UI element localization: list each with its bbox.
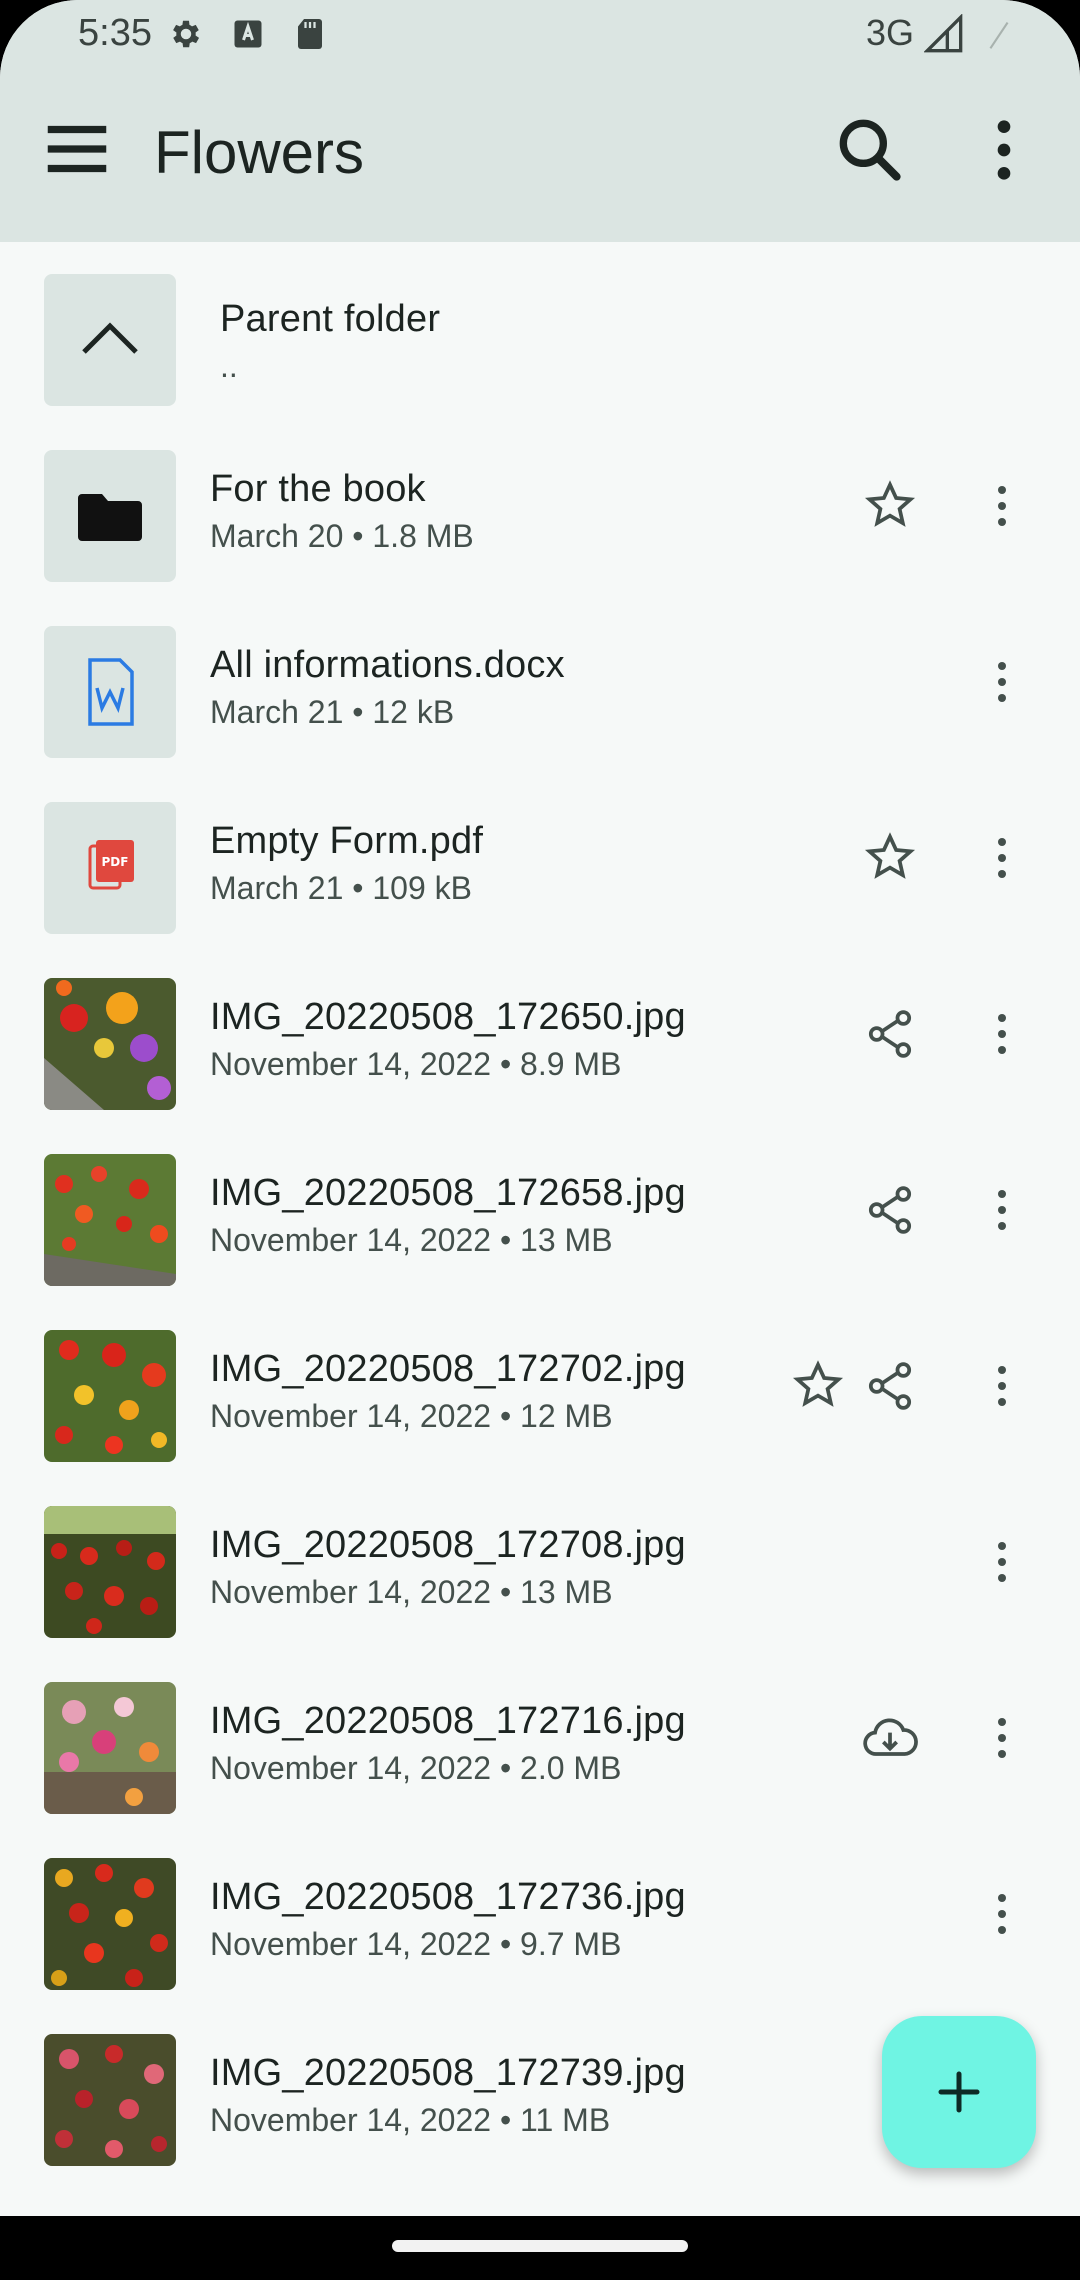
chevron-up-icon [44,274,176,406]
cloud-download-icon [863,1718,918,1756]
item-name: IMG_20220508_172736.jpg [210,1876,686,1918]
item-menu-button[interactable] [970,1178,1034,1242]
item-menu-button[interactable] [970,650,1034,714]
photo-thumbnail [44,1154,176,1286]
list-item[interactable]: IMG_20220508_172716.jpg November 14, 202… [0,1650,1080,1826]
menu-button[interactable] [38,110,116,188]
status-bar: 5:35 3G [0,0,1080,68]
photo-thumbnail [44,1330,176,1462]
list-item[interactable]: IMG_20220508_172708.jpg November 14, 202… [0,1474,1080,1650]
list-item[interactable]: IMG_20220508_172658.jpg November 14, 202… [0,1122,1080,1298]
more-vert-icon [998,838,1006,878]
search-icon [839,119,901,181]
parent-folder-meta: .. [220,348,238,384]
star-button[interactable] [786,1354,850,1418]
item-meta: November 14, 2022 • 13 MB [210,1222,613,1258]
overflow-menu-button[interactable] [964,110,1044,190]
item-menu-button[interactable] [970,474,1034,538]
sd-card-icon [292,16,328,52]
screen: 5:35 3G Flowers Parent folder .. For the… [0,0,1080,2216]
network-type: 3G [866,12,915,53]
item-name: IMG_20220508_172739.jpg [210,2052,686,2094]
share-button[interactable] [858,1178,922,1242]
item-menu-button[interactable] [970,1530,1034,1594]
share-icon [868,1362,912,1410]
top-app-bar: Flowers [0,68,1080,242]
parent-folder-label: Parent folder [220,298,441,340]
item-menu-button[interactable] [970,1354,1034,1418]
item-meta: November 14, 2022 • 11 MB [210,2102,611,2138]
word-document-icon [44,626,176,758]
hamburger-menu-icon [47,125,107,173]
star-outline-icon [792,1360,844,1407]
item-meta: March 21 • 109 kB [210,870,472,906]
item-meta: November 14, 2022 • 12 MB [210,1398,613,1434]
list-item[interactable]: All informations.docx March 21 • 12 kB [0,594,1080,770]
item-name: For the book [210,468,426,510]
share-button[interactable] [858,1354,922,1418]
list-item[interactable]: IMG_20220508_172736.jpg November 14, 202… [0,1826,1080,2002]
pdf-icon: PDF [44,802,176,934]
more-vert-icon [998,1894,1006,1934]
list-item[interactable]: IMG_20220508_172702.jpg November 14, 202… [0,1298,1080,1474]
download-button[interactable] [858,1706,922,1770]
settings-icon [168,16,204,52]
share-button[interactable] [858,1002,922,1066]
parent-folder-row[interactable]: Parent folder .. [0,242,1080,418]
item-name: IMG_20220508_172716.jpg [210,1700,686,1742]
folder-icon [44,450,176,582]
more-vert-icon [998,662,1006,702]
page-title: Flowers [154,119,365,186]
item-menu-button[interactable] [970,1882,1034,1946]
item-meta: November 14, 2022 • 8.9 MB [210,1046,622,1082]
star-button[interactable] [858,826,922,890]
item-meta: November 14, 2022 • 2.0 MB [210,1750,622,1786]
photo-thumbnail [44,2034,176,2166]
item-name: IMG_20220508_172702.jpg [210,1348,686,1390]
battery-icon [984,14,1014,54]
list-item[interactable]: IMG_20220508_172650.jpg November 14, 202… [0,946,1080,1122]
star-button[interactable] [858,474,922,538]
plus-icon [938,2071,980,2113]
search-button[interactable] [830,110,910,190]
signal-icon [923,13,964,54]
star-outline-icon [864,480,916,527]
more-vert-icon [998,1542,1006,1582]
more-vert-icon [998,486,1006,526]
star-outline-icon [864,832,916,879]
photo-thumbnail [44,978,176,1110]
item-menu-button[interactable] [970,1706,1034,1770]
list-item[interactable]: For the book March 20 • 1.8 MB [0,418,1080,594]
keyboard-a-icon [230,16,266,52]
item-name: Empty Form.pdf [210,820,484,862]
item-meta: March 20 • 1.8 MB [210,518,474,554]
item-menu-button[interactable] [970,1002,1034,1066]
item-name: IMG_20220508_172650.jpg [210,996,686,1038]
more-vert-icon [998,1366,1006,1406]
photo-thumbnail [44,1506,176,1638]
photo-thumbnail [44,1682,176,1814]
share-icon [868,1010,912,1058]
add-fab-button[interactable] [882,2016,1036,2168]
list-item[interactable]: PDF Empty Form.pdf March 21 • 109 kB [0,770,1080,946]
item-name: IMG_20220508_172658.jpg [210,1172,686,1214]
gesture-nav-handle[interactable] [392,2240,688,2252]
item-meta: November 14, 2022 • 9.7 MB [210,1926,622,1962]
item-name: All informations.docx [210,644,565,686]
share-icon [868,1186,912,1234]
more-vert-icon [998,1014,1006,1054]
item-meta: November 14, 2022 • 13 MB [210,1574,613,1610]
item-meta: March 21 • 12 kB [210,694,455,730]
more-vert-icon [997,120,1011,180]
more-vert-icon [998,1190,1006,1230]
more-vert-icon [998,1718,1006,1758]
status-time: 5:35 [78,12,152,54]
svg-text:PDF: PDF [102,855,129,869]
item-menu-button[interactable] [970,826,1034,890]
photo-thumbnail [44,1858,176,1990]
item-name: IMG_20220508_172708.jpg [210,1524,686,1566]
